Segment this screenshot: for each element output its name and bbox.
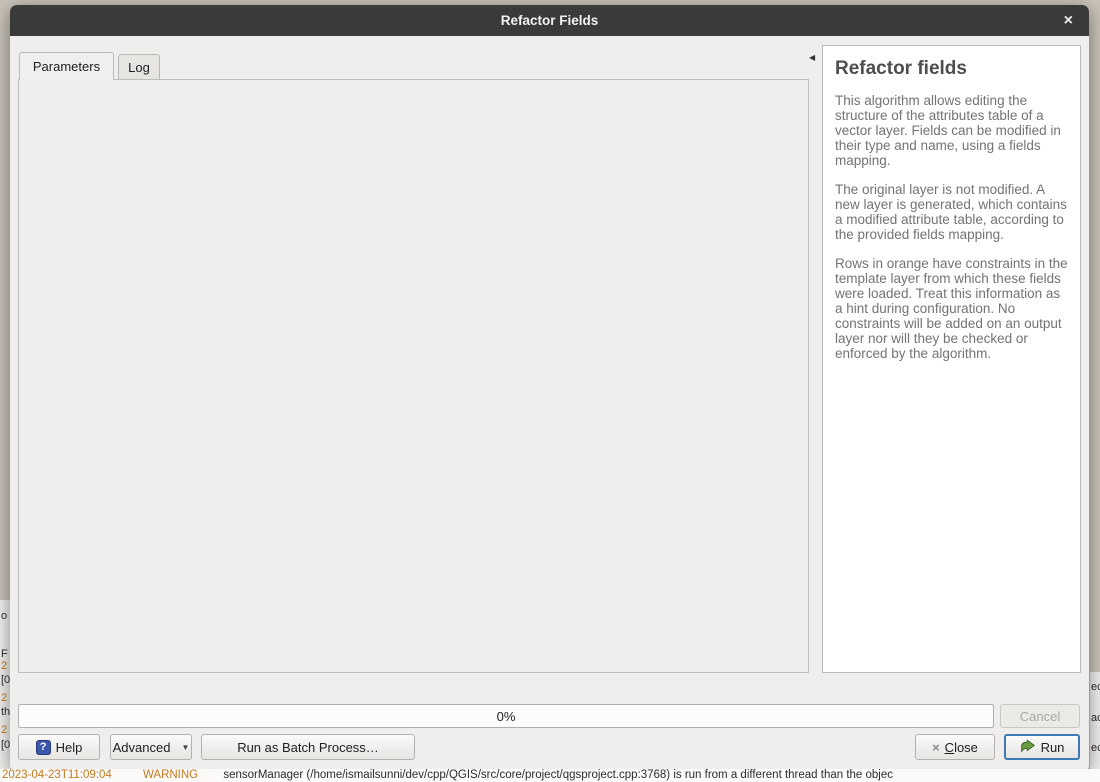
log-message: sensorManager (/home/ismailsunni/dev/cpp… bbox=[223, 769, 893, 781]
close-label: Close bbox=[945, 740, 978, 755]
batch-process-button[interactable]: Run as Batch Process… bbox=[201, 734, 415, 760]
refactor-fields-dialog: Refactor Fields × Parameters Log Input l… bbox=[10, 5, 1089, 770]
tab-log-label: Log bbox=[128, 60, 150, 75]
run-icon bbox=[1020, 739, 1036, 755]
titlebar[interactable]: Refactor Fields × bbox=[10, 5, 1089, 36]
progress-text: 0% bbox=[497, 709, 516, 724]
help-icon: ? bbox=[36, 740, 51, 755]
cancel-label: Cancel bbox=[1020, 709, 1060, 724]
advanced-label: Advanced bbox=[113, 740, 171, 755]
tab-log[interactable]: Log bbox=[118, 54, 160, 79]
help-paragraph: Rows in orange have constraints in the t… bbox=[835, 256, 1068, 361]
screen: o F 2 [0 2 th 2 [0 ec ac ec Refactor Fie… bbox=[0, 0, 1100, 782]
run-button[interactable]: Run bbox=[1004, 734, 1080, 760]
chevron-down-icon: ▼ bbox=[181, 743, 189, 752]
bg-fragment: ac bbox=[1091, 712, 1100, 724]
background-log-line: 2023-04-23T11:09:04 WARNING sensorManage… bbox=[0, 769, 1100, 782]
batch-process-label: Run as Batch Process… bbox=[237, 740, 379, 755]
tab-parameters[interactable]: Parameters bbox=[19, 52, 114, 80]
collapse-panel-icon[interactable]: ◀ bbox=[809, 53, 815, 62]
log-timestamp: 2023-04-23T11:09:04 bbox=[2, 769, 112, 781]
parameters-frame bbox=[18, 79, 809, 673]
help-title: Refactor fields bbox=[835, 58, 1068, 80]
close-icon[interactable]: × bbox=[1064, 5, 1073, 36]
help-label: Help bbox=[56, 740, 83, 755]
help-paragraph: The original layer is not modified. A ne… bbox=[835, 182, 1068, 242]
help-panel: Refactor fields This algorithm allows ed… bbox=[822, 45, 1081, 673]
progress-bar: 0% bbox=[18, 704, 994, 728]
bg-fragment: ec bbox=[1091, 742, 1100, 754]
close-x-icon: × bbox=[932, 740, 940, 755]
tab-parameters-label: Parameters bbox=[33, 59, 100, 74]
help-paragraph: This algorithm allows editing the struct… bbox=[835, 93, 1068, 168]
close-button[interactable]: × Close bbox=[915, 734, 995, 760]
bg-fragment: ec bbox=[1091, 681, 1100, 693]
advanced-button[interactable]: Advanced ▼ bbox=[110, 734, 192, 760]
run-label: Run bbox=[1041, 740, 1065, 755]
log-level: WARNING bbox=[143, 769, 198, 781]
help-button[interactable]: ? Help bbox=[18, 734, 100, 760]
dialog-title: Refactor Fields bbox=[501, 13, 599, 28]
cancel-button[interactable]: Cancel bbox=[1000, 704, 1080, 728]
